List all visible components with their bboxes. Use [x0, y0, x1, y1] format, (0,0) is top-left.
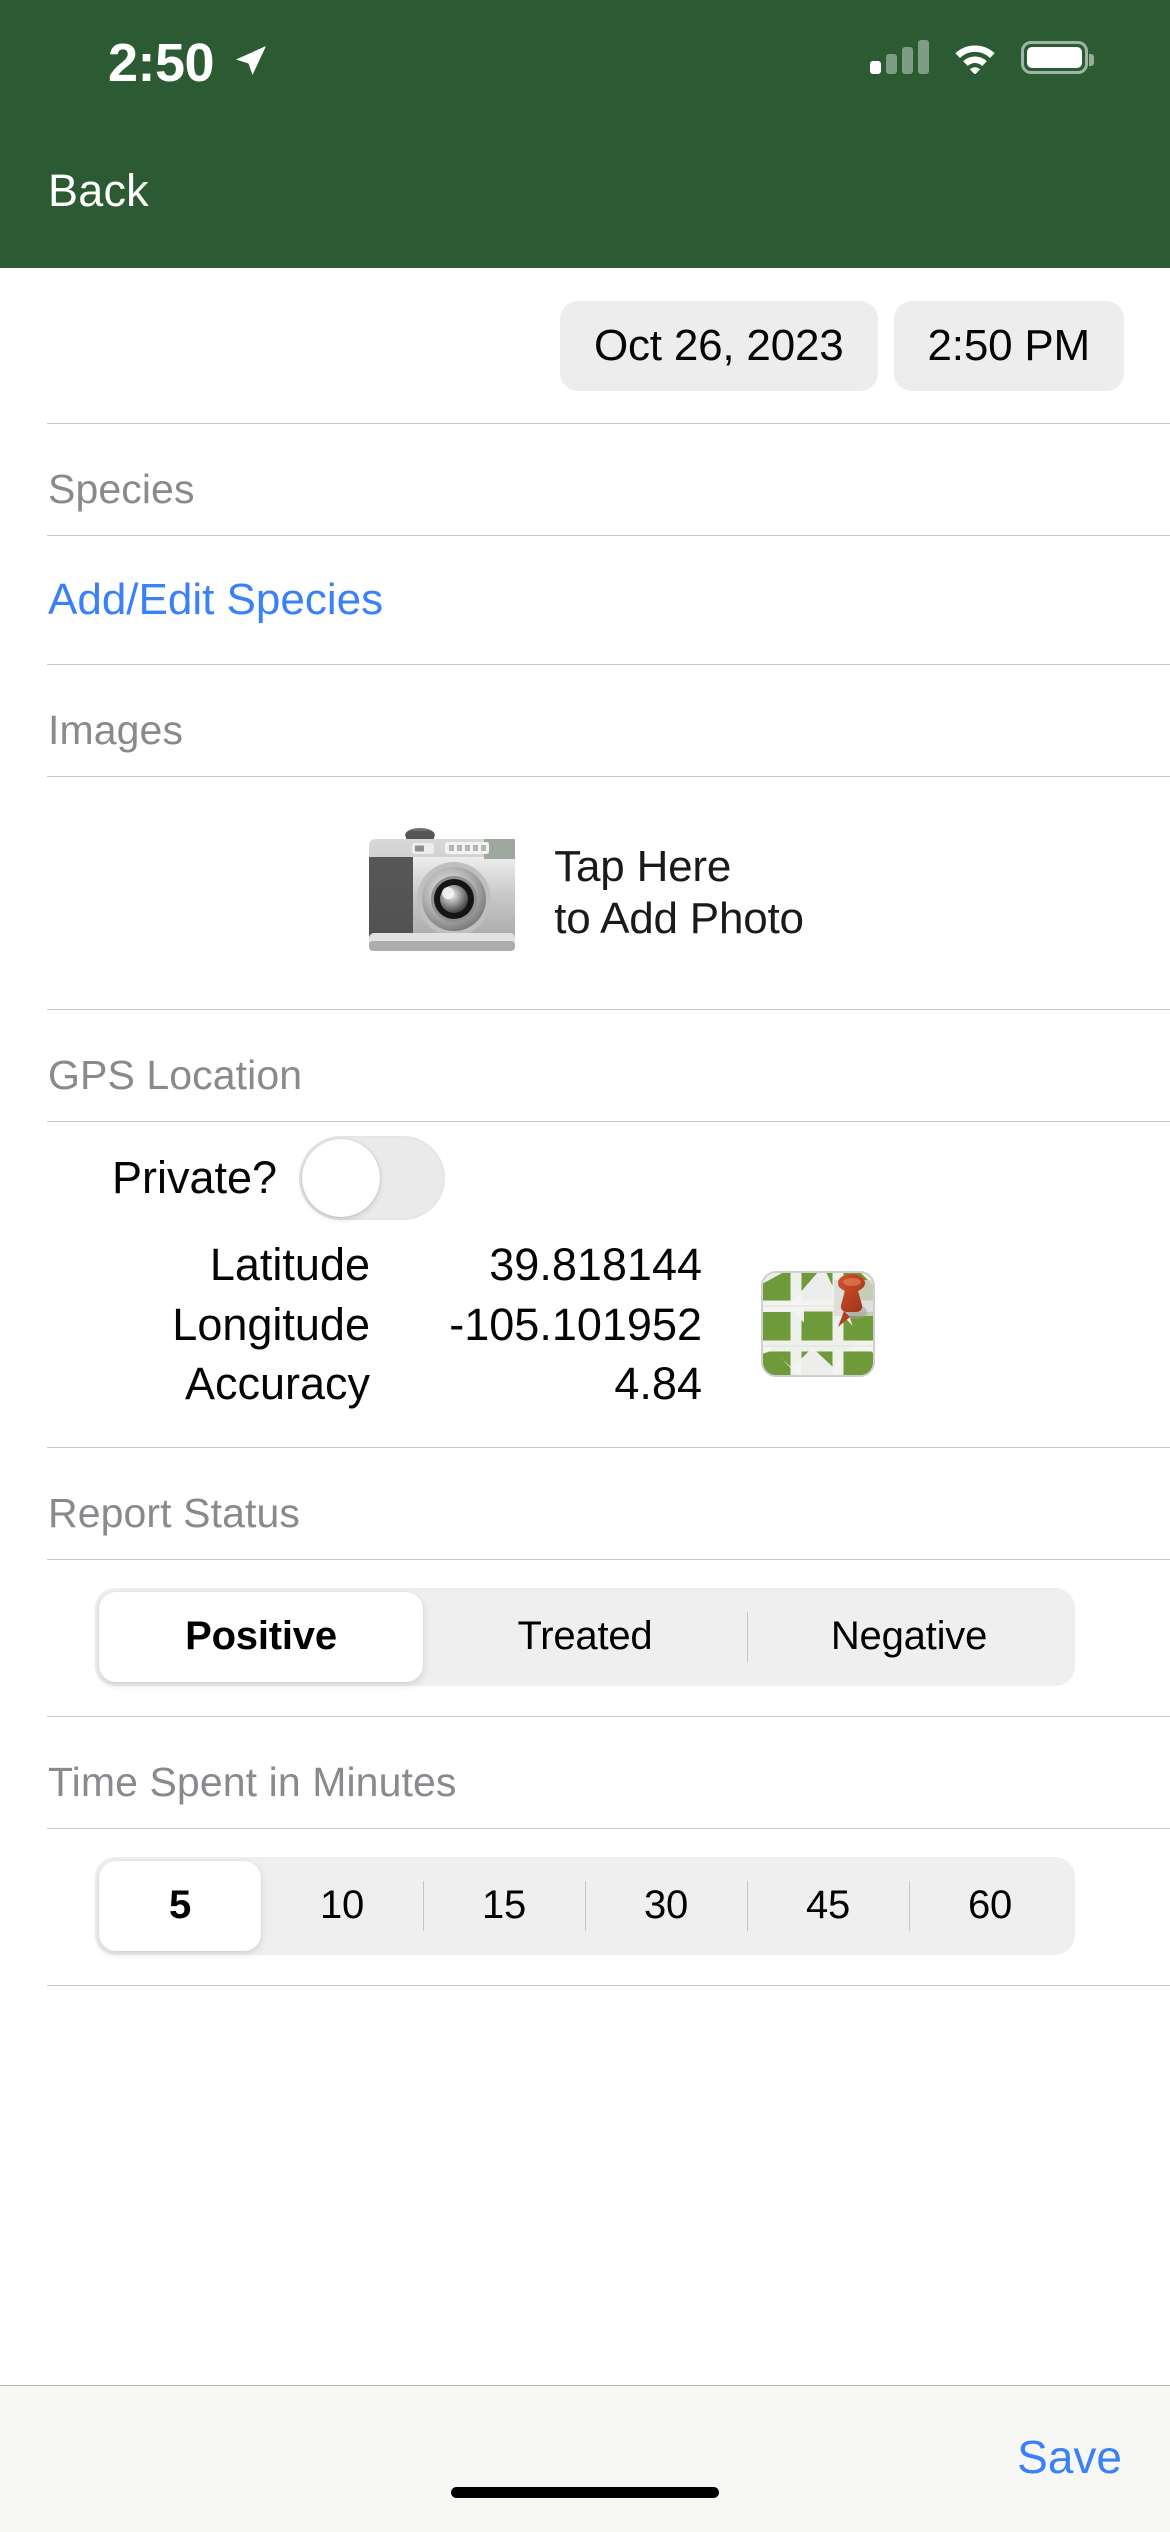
time-spent-option-60[interactable]: 60 [909, 1861, 1071, 1951]
gps-row-label: Accuracy [184, 1358, 370, 1410]
add-photo-button[interactable]: Tap Here to Add Photo [0, 777, 1170, 1009]
time-spent-option-10[interactable]: 10 [261, 1861, 423, 1951]
add-photo-label: Tap Here to Add Photo [554, 841, 804, 945]
gps-row-label: Longitude [172, 1298, 370, 1350]
time-spent-control-wrap: 5 10 15 30 45 60 [0, 1829, 1170, 1985]
report-status-section-label: Report Status [48, 1489, 300, 1536]
camera-icon [366, 827, 518, 959]
time-spent-option-5[interactable]: 5 [99, 1860, 261, 1951]
add-edit-species-row[interactable]: Add/Edit Species [0, 536, 1170, 664]
time-spent-option-30[interactable]: 30 [585, 1861, 747, 1951]
date-picker-button[interactable]: Oct 26, 2023 [559, 300, 878, 391]
gps-row-value: -105.101952 [449, 1298, 702, 1350]
back-button[interactable]: Back [48, 165, 149, 217]
save-button[interactable]: Save [1017, 2430, 1122, 2484]
status-bar-indicators [870, 40, 1094, 74]
report-status-segmented-control: Positive Treated Negative [95, 1587, 1075, 1686]
private-toggle[interactable] [299, 1136, 446, 1220]
navigation-bar: 2:50 Back [0, 0, 1170, 268]
battery-icon [1021, 40, 1094, 74]
report-status-option-negative[interactable]: Negative [747, 1592, 1071, 1682]
gps-readout: Latitude 39.818144 Longitude -105.101952… [0, 1234, 1170, 1447]
location-arrow-icon [236, 46, 266, 75]
private-toggle-row: Private? [0, 1122, 1170, 1234]
divider [47, 1984, 1170, 1986]
add-edit-species-link[interactable]: Add/Edit Species [48, 575, 383, 625]
datetime-row: Oct 26, 2023 2:50 PM [0, 268, 1170, 423]
time-spent-segmented-control: 5 10 15 30 45 60 [95, 1856, 1075, 1955]
gps-section-label: GPS Location [48, 1052, 303, 1098]
status-bar-time: 2:50 [108, 33, 215, 93]
gps-row-value: 39.818144 [489, 1239, 702, 1290]
images-section-label: Images [48, 707, 184, 753]
wifi-icon [955, 45, 995, 74]
report-status-option-positive[interactable]: Positive [99, 1591, 423, 1682]
add-photo-line-2: to Add Photo [554, 894, 804, 943]
status-bar: 2:50 [0, 0, 1170, 100]
form-content: Oct 26, 2023 2:50 PM Species Add/Edit Sp… [0, 268, 1170, 1986]
cellular-signal-icon [870, 40, 929, 74]
time-picker-button[interactable]: 2:50 PM [893, 300, 1124, 391]
gps-row-value: 4.84 [614, 1358, 702, 1410]
time-spent-option-45[interactable]: 45 [747, 1861, 909, 1951]
gps-values-table: Latitude 39.818144 Longitude -105.101952… [0, 1236, 760, 1413]
species-section-label: Species [48, 466, 195, 512]
report-status-control-wrap: Positive Treated Negative [0, 1560, 1170, 1716]
app-screen: 2:50 Back Oct 26, 2023 2:50 PM Species A… [0, 0, 1170, 2532]
add-photo-line-1: Tap Here [554, 842, 732, 892]
report-status-option-treated[interactable]: Treated [423, 1592, 747, 1682]
map-pin-icon[interactable] [760, 1268, 878, 1380]
time-spent-section-label: Time Spent in Minutes [48, 1758, 457, 1805]
private-label: Private? [112, 1152, 278, 1203]
gps-row-label: Latitude [209, 1239, 370, 1290]
footer-bar: Save [0, 2385, 1170, 2532]
home-indicator[interactable] [451, 2487, 719, 2498]
toggle-knob [302, 1139, 381, 1217]
time-spent-option-15[interactable]: 15 [423, 1861, 585, 1951]
